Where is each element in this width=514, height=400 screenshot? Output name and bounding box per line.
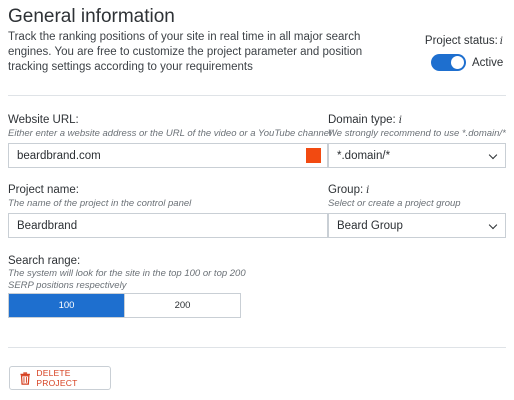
- divider-top: [8, 95, 506, 96]
- group-select[interactable]: Beard Group: [328, 213, 506, 238]
- info-icon[interactable]: i: [399, 115, 402, 126]
- domain-type-value: *.domain/*: [337, 149, 391, 162]
- project-status-toggle[interactable]: Active: [431, 54, 503, 71]
- search-range-option-100[interactable]: 100: [9, 294, 124, 317]
- project-name-input[interactable]: Beardbrand: [8, 213, 328, 238]
- search-range-hint: The system will look for the site in the…: [8, 268, 246, 291]
- group-hint: Select or create a project group: [328, 198, 461, 209]
- domain-type-hint: We strongly recommend to use *.domain/*: [328, 128, 506, 139]
- search-range-label: Search range:: [8, 255, 81, 267]
- project-color-swatch[interactable]: [306, 148, 321, 163]
- toggle-knob: [451, 56, 464, 69]
- project-name-hint: The name of the project in the control p…: [8, 198, 192, 209]
- divider-bottom: [8, 347, 506, 348]
- domain-type-label: Domain type: i: [328, 114, 402, 126]
- info-icon[interactable]: i: [500, 36, 503, 47]
- group-label: Group: i: [328, 184, 369, 196]
- project-name-label: Project name:: [8, 184, 79, 196]
- delete-project-label: DELETE PROJECT: [36, 368, 78, 388]
- info-icon[interactable]: i: [366, 185, 369, 196]
- trash-icon: [20, 371, 30, 385]
- project-status-label-text: Project status:: [424, 35, 498, 47]
- toggle-label: Active: [472, 56, 504, 69]
- project-name-value: Beardbrand: [17, 219, 78, 232]
- group-label-text: Group:: [328, 184, 364, 196]
- website-url-label: Website URL:: [8, 114, 79, 126]
- section-title: General information: [8, 6, 175, 27]
- group-value: Beard Group: [337, 219, 403, 232]
- search-range-toggle[interactable]: 100 200: [8, 293, 241, 318]
- domain-type-select[interactable]: *.domain/*: [328, 143, 506, 168]
- project-status-label: Project status: i: [425, 35, 503, 47]
- delete-project-button[interactable]: DELETE PROJECT: [9, 366, 111, 390]
- website-url-hint: Either enter a website address or the UR…: [8, 128, 332, 139]
- chevron-down-icon: [488, 150, 498, 160]
- search-range-option-200[interactable]: 200: [124, 294, 240, 317]
- section-description: Track the ranking positions of your site…: [8, 31, 363, 73]
- toggle-switch[interactable]: [431, 54, 466, 71]
- website-url-value: beardbrand.com: [17, 149, 101, 162]
- website-url-input[interactable]: beardbrand.com: [8, 143, 328, 168]
- domain-type-label-text: Domain type:: [328, 114, 396, 126]
- chevron-down-icon: [488, 220, 498, 230]
